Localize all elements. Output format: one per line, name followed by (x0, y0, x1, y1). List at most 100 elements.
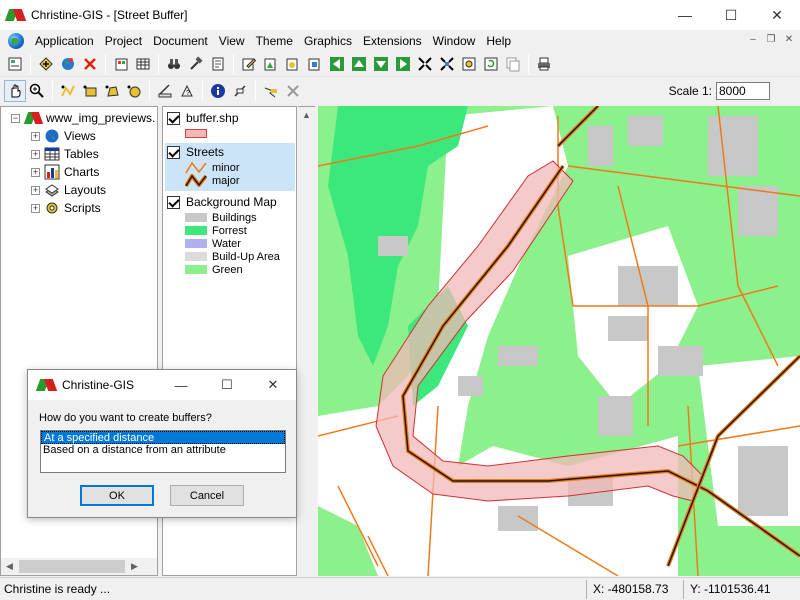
option-attribute-distance[interactable]: Based on a distance from an attribute (41, 444, 285, 457)
add-theme-button[interactable] (35, 53, 57, 75)
theme-streets[interactable]: Streets minor major (165, 143, 295, 191)
copy-view-button[interactable] (502, 53, 524, 75)
theme-visibility-checkbox[interactable] (167, 145, 180, 159)
measure-area-button[interactable]: ? (176, 80, 198, 102)
tree-item-charts[interactable]: + Charts (31, 163, 99, 181)
dialog-prompt: How do you want to create buffers? (39, 412, 212, 424)
edit-d-button[interactable] (304, 53, 326, 75)
tree-root[interactable]: − www_img_previews. (11, 109, 155, 127)
theme-buffer[interactable]: buffer.shp (165, 109, 295, 141)
legend-vscrollbar[interactable]: ▲ (298, 106, 315, 576)
copy-icon (506, 57, 520, 71)
refresh-button[interactable] (480, 53, 502, 75)
pan-tool-button[interactable] (4, 80, 26, 102)
zoom-selected-button[interactable] (458, 53, 480, 75)
menu-extensions[interactable]: Extensions (358, 34, 428, 48)
mdi-minimize-button[interactable]: – (746, 33, 760, 47)
scroll-left-icon[interactable]: ◀ (1, 558, 18, 575)
remove-hotlink-button[interactable] (282, 80, 304, 102)
water-swatch (185, 239, 207, 248)
theme-visibility-checkbox[interactable] (167, 111, 180, 125)
expander[interactable]: + (31, 131, 40, 141)
find-button[interactable] (163, 53, 185, 75)
zoom-active-button[interactable] (436, 53, 458, 75)
select-circle-icon (127, 85, 141, 98)
legend-entry: minor (212, 161, 240, 174)
menu-view[interactable]: View (214, 34, 251, 48)
tree-item-layouts[interactable]: + Layouts (31, 181, 106, 199)
properties-button[interactable] (4, 53, 26, 75)
edit-a-button[interactable] (238, 53, 260, 75)
layout-button[interactable] (207, 53, 229, 75)
nav-first-button[interactable] (326, 53, 348, 75)
map-view[interactable] (318, 106, 800, 576)
theme-globe-icon (62, 57, 74, 70)
expander[interactable]: + (31, 185, 40, 195)
arrow-up-icon (352, 56, 366, 71)
menu-help[interactable]: Help (481, 34, 517, 48)
zoom-full-icon (418, 56, 432, 71)
zoom-full-button[interactable] (414, 53, 436, 75)
label-icon (234, 85, 246, 97)
buffer-method-list[interactable]: At a specified distance Based on a dista… (40, 430, 286, 473)
tree-hscrollbar[interactable]: ◀ ▶ (1, 558, 157, 575)
theme-visibility-checkbox[interactable] (167, 195, 180, 209)
mdi-restore-button[interactable]: ❐ (764, 33, 778, 47)
select-rect-button[interactable] (79, 80, 101, 102)
menu-theme[interactable]: Theme (251, 34, 299, 48)
globe-icon[interactable] (8, 32, 24, 49)
option-specified-distance[interactable]: At a specified distance (41, 431, 285, 444)
theme-globe-button[interactable] (57, 53, 79, 75)
cancel-button[interactable]: Cancel (170, 485, 244, 506)
theme-background-map[interactable]: Background Map Buildings Forrest Water B… (165, 193, 295, 279)
select-line-button[interactable] (57, 80, 79, 102)
nav-up-button[interactable] (348, 53, 370, 75)
menu-application[interactable]: Application (30, 34, 100, 48)
select-poly-button[interactable] (101, 80, 123, 102)
menu-document[interactable]: Document (148, 34, 214, 48)
maximize-button[interactable]: ☐ (708, 0, 754, 30)
scroll-thumb[interactable] (19, 560, 125, 573)
label-button[interactable] (229, 80, 251, 102)
window-title: Christine-GIS - [Street Buffer] (31, 8, 188, 22)
tree-item-views[interactable]: + Views (31, 127, 96, 145)
collapse-expander[interactable]: − (11, 113, 20, 123)
expander[interactable]: + (31, 149, 40, 159)
delete-theme-button[interactable] (79, 53, 101, 75)
dialog-minimize-button[interactable]: — (158, 370, 204, 400)
table-button[interactable] (132, 53, 154, 75)
zoom-tool-button[interactable] (26, 80, 48, 102)
close-button[interactable]: ✕ (754, 0, 800, 30)
menu-project[interactable]: Project (100, 34, 148, 48)
scale-control: Scale 1: (669, 82, 770, 100)
theme-props-button[interactable] (110, 53, 132, 75)
dialog-maximize-button[interactable]: ☐ (204, 370, 250, 400)
dialog-close-button[interactable]: ✕ (250, 370, 296, 400)
project-icon (23, 112, 44, 124)
mdi-close-button[interactable]: ✕ (782, 33, 796, 47)
tree-root-label: www_img_previews. (46, 111, 156, 125)
query-builder-button[interactable] (185, 53, 207, 75)
y-coordinate: Y: -1101536.41 (683, 580, 777, 599)
measure-button[interactable] (154, 80, 176, 102)
ok-button[interactable]: OK (80, 485, 154, 506)
menu-window[interactable]: Window (428, 34, 482, 48)
expander[interactable]: + (31, 203, 40, 213)
scroll-right-icon[interactable]: ▶ (126, 558, 143, 575)
minimize-button[interactable]: — (662, 0, 708, 30)
nav-down-button[interactable] (370, 53, 392, 75)
hotlink-button[interactable] (260, 80, 282, 102)
scroll-up-icon[interactable]: ▲ (298, 107, 315, 124)
print-button[interactable] (533, 53, 555, 75)
edit-c-button[interactable] (282, 53, 304, 75)
nav-last-button[interactable] (392, 53, 414, 75)
expander[interactable]: + (31, 167, 40, 177)
tree-item-scripts[interactable]: + Scripts (31, 199, 101, 217)
menu-graphics[interactable]: Graphics (299, 34, 358, 48)
select-circle-button[interactable] (123, 80, 145, 102)
identify-button[interactable] (207, 80, 229, 102)
scale-input[interactable] (716, 82, 770, 100)
tree-item-tables[interactable]: + Tables (31, 145, 99, 163)
map-canvas[interactable] (318, 106, 800, 576)
edit-b-button[interactable] (260, 53, 282, 75)
